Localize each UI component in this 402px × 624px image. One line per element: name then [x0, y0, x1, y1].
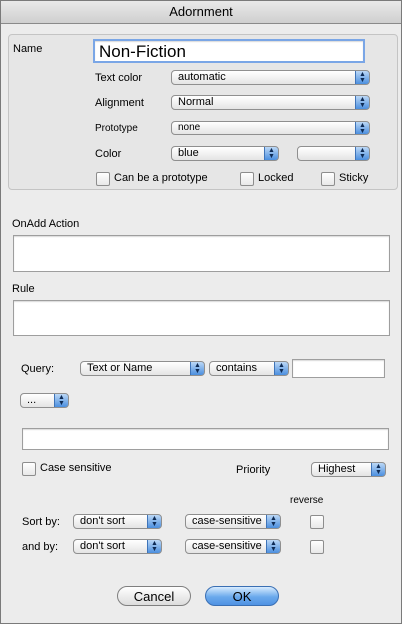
color-popup[interactable]: blue ▲ ▼ — [171, 146, 279, 161]
ok-button-label: OK — [232, 589, 252, 604]
up-down-arrows-icon: ▲ ▼ — [371, 463, 385, 476]
cancel-button[interactable]: Cancel — [117, 586, 191, 606]
can-be-prototype-checkbox[interactable] — [96, 172, 110, 186]
up-down-arrows-icon: ▲ ▼ — [264, 147, 278, 160]
prototype-label: Prototype — [95, 123, 138, 134]
up-down-arrows-icon: ▲ ▼ — [266, 515, 280, 528]
and-by-popup[interactable]: don't sort ▲ ▼ — [73, 539, 162, 554]
can-be-prototype-label: Can be a prototype — [114, 172, 208, 184]
sort-by-reverse-checkbox[interactable] — [310, 515, 324, 529]
prototype-popup[interactable]: none ▲ ▼ — [171, 121, 370, 135]
name-input[interactable]: Non-Fiction — [93, 39, 365, 63]
ok-button[interactable]: OK — [205, 586, 279, 606]
query-operator-value: contains — [216, 362, 257, 374]
query-field-value: Text or Name — [87, 362, 153, 374]
locked-checkbox[interactable] — [240, 172, 254, 186]
query-value-input[interactable] — [292, 359, 385, 378]
case-sensitive-checkbox[interactable] — [22, 462, 36, 476]
onadd-label: OnAdd Action — [12, 218, 80, 230]
title-bar[interactable]: Adornment — [1, 1, 401, 24]
query-extra-value: ... — [27, 394, 37, 406]
and-by-case-value: case-sensitive — [192, 540, 262, 552]
query-field-popup[interactable]: Text or Name ▲ ▼ — [80, 361, 205, 376]
query-expression-input[interactable] — [22, 428, 389, 450]
cancel-button-label: Cancel — [133, 589, 175, 604]
rule-input[interactable] — [13, 300, 390, 336]
and-by-value: don't sort — [80, 540, 125, 552]
window-title: Adornment — [169, 4, 233, 19]
sticky-label: Sticky — [339, 172, 369, 184]
up-down-arrows-icon: ▲ ▼ — [355, 71, 369, 84]
reverse-label: reverse — [290, 495, 324, 506]
sticky-checkbox[interactable] — [321, 172, 335, 186]
onadd-action-input[interactable] — [13, 235, 390, 272]
color-label: Color — [95, 148, 122, 160]
rule-label: Rule — [12, 283, 35, 295]
name-label: Name — [13, 43, 43, 55]
query-label: Query: — [21, 363, 55, 375]
prototype-value: none — [178, 122, 201, 133]
sort-by-value: don't sort — [80, 515, 125, 527]
up-down-arrows-icon: ▲ ▼ — [147, 540, 161, 553]
sort-by-case-value: case-sensitive — [192, 515, 262, 527]
and-by-reverse-checkbox[interactable] — [310, 540, 324, 554]
sort-by-label: Sort by: — [22, 516, 60, 528]
priority-value: Highest — [318, 463, 356, 475]
sort-by-case-popup[interactable]: case-sensitive ▲ ▼ — [185, 514, 281, 529]
sort-by-popup[interactable]: don't sort ▲ ▼ — [73, 514, 162, 529]
query-operator-popup[interactable]: contains ▲ ▼ — [209, 361, 289, 376]
up-down-arrows-icon: ▲ ▼ — [355, 147, 369, 160]
up-down-arrows-icon: ▲ ▼ — [274, 362, 288, 375]
up-down-arrows-icon: ▲ ▼ — [54, 394, 68, 407]
locked-label: Locked — [258, 172, 294, 184]
priority-popup[interactable]: Highest ▲ ▼ — [311, 462, 386, 477]
text-color-value: automatic — [178, 71, 226, 83]
up-down-arrows-icon: ▲ ▼ — [355, 122, 369, 134]
up-down-arrows-icon: ▲ ▼ — [355, 96, 369, 109]
case-sensitive-label: Case sensitive — [40, 462, 112, 474]
up-down-arrows-icon: ▲ ▼ — [190, 362, 204, 375]
alignment-label: Alignment — [95, 97, 144, 109]
up-down-arrows-icon: ▲ ▼ — [147, 515, 161, 528]
name-value: Non-Fiction — [99, 42, 186, 61]
query-extra-popup[interactable]: ... ▲ ▼ — [20, 393, 69, 408]
up-down-arrows-icon: ▲ ▼ — [266, 540, 280, 553]
text-color-label: Text color — [95, 72, 143, 84]
text-color-popup[interactable]: automatic ▲ ▼ — [171, 70, 370, 85]
alignment-value: Normal — [178, 96, 214, 108]
color-secondary-popup[interactable]: ▲ ▼ — [297, 146, 370, 161]
alignment-popup[interactable]: Normal ▲ ▼ — [171, 95, 370, 110]
priority-label: Priority — [236, 464, 271, 476]
and-by-case-popup[interactable]: case-sensitive ▲ ▼ — [185, 539, 281, 554]
and-by-label: and by: — [22, 541, 59, 553]
adornment-window: Adornment Name Non-Fiction Text color au… — [0, 0, 402, 624]
color-value: blue — [178, 147, 199, 159]
